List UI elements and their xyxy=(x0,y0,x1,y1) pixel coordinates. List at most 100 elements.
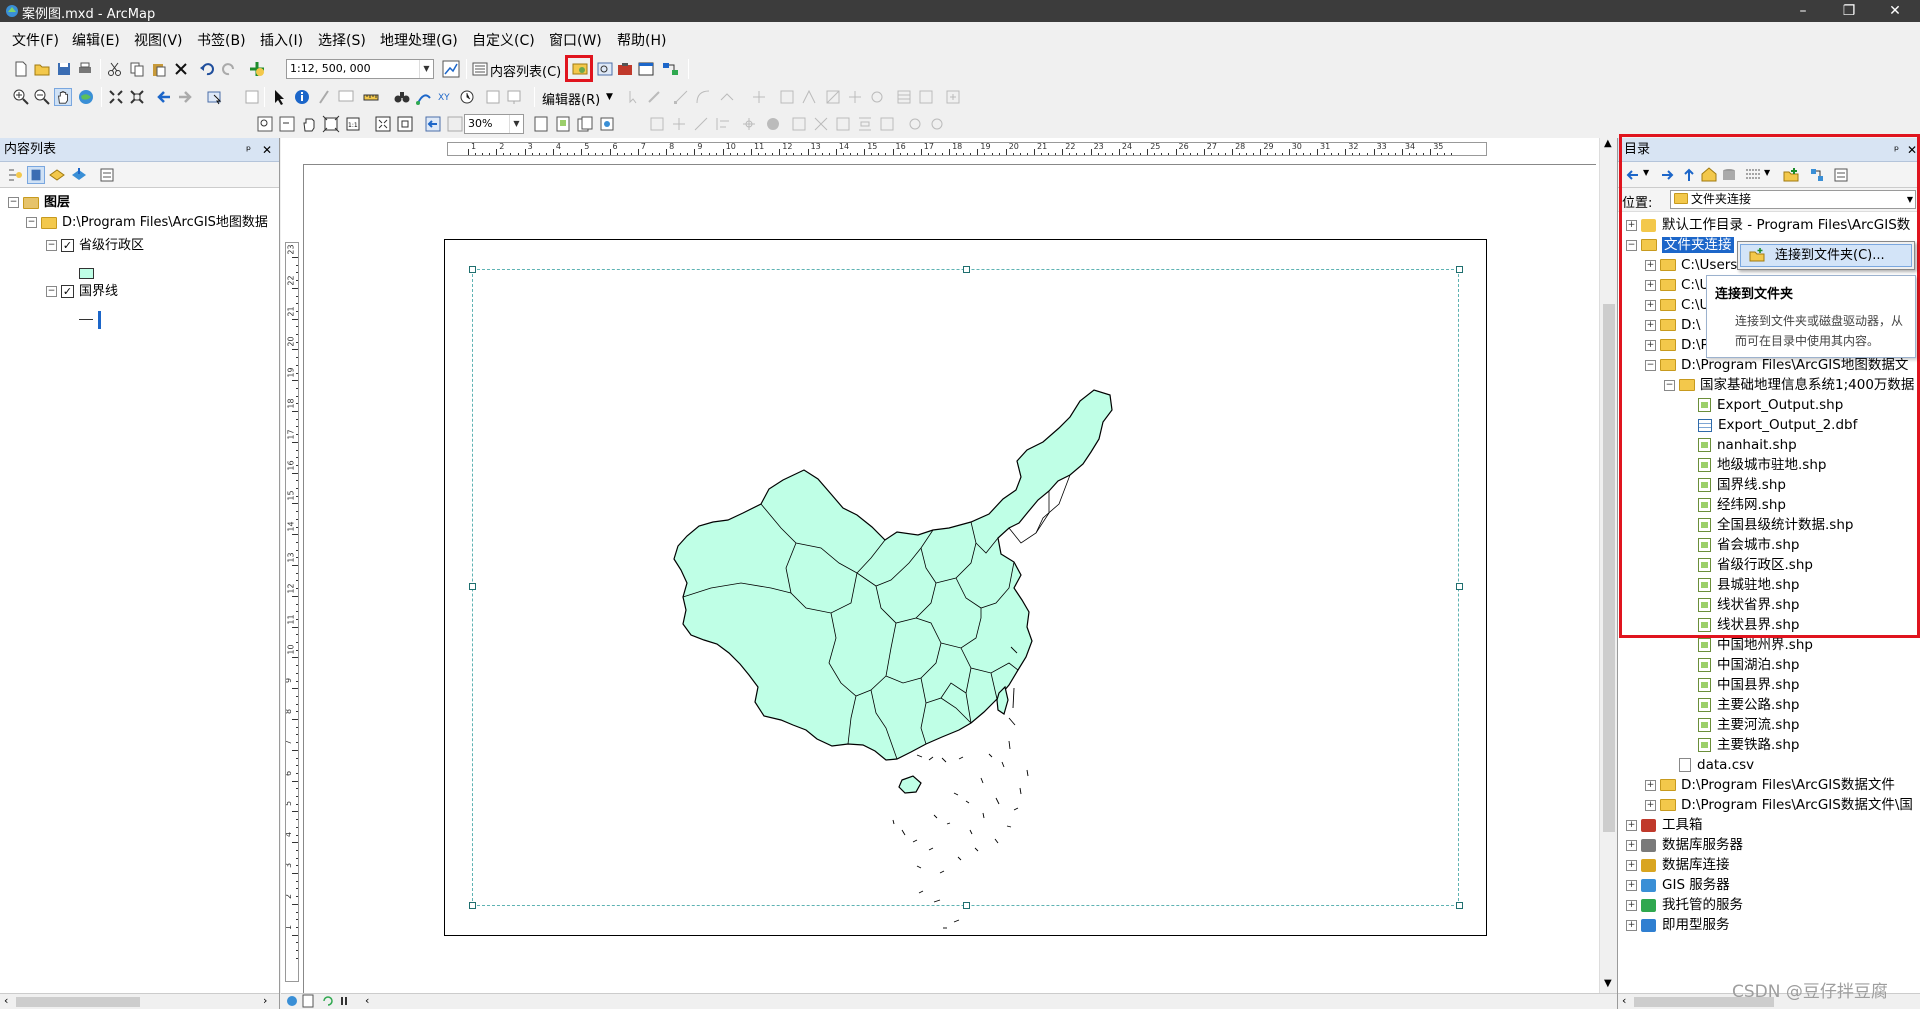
identify-icon[interactable] xyxy=(293,88,311,106)
print-icon[interactable] xyxy=(76,60,94,78)
catalog-tree-item[interactable]: + 我托管的服务 xyxy=(1626,894,1743,916)
editor-menu-label[interactable]: 编辑器(R) xyxy=(542,89,600,108)
time-slider-icon[interactable] xyxy=(458,88,476,106)
paste-icon[interactable] xyxy=(150,60,168,78)
selection-handle[interactable] xyxy=(1456,266,1463,273)
selection-handle[interactable] xyxy=(469,902,476,909)
selection-handle[interactable] xyxy=(963,266,970,273)
toggle-draft-mode-icon[interactable] xyxy=(532,115,550,133)
catalog-tree-item[interactable]: + D:\Program Files\ArcGIS数据文件 xyxy=(1645,774,1895,796)
forward-extent-icon[interactable] xyxy=(176,88,194,106)
menu-insert[interactable]: 插入(I) xyxy=(260,30,303,50)
toc-button-label[interactable]: 内容列表(C) xyxy=(490,61,561,80)
swipe-icon[interactable] xyxy=(505,88,523,106)
expand-icon[interactable]: + xyxy=(1626,819,1637,831)
clear-selection-icon[interactable] xyxy=(243,88,261,106)
list-by-visibility-icon[interactable] xyxy=(48,166,66,184)
chevron-up-icon[interactable]: ▲ xyxy=(1604,138,1612,149)
toc-layer-row[interactable]: − ✓ 国界线 xyxy=(46,281,118,303)
catalog-tree-item[interactable]: data.csv xyxy=(1664,754,1754,776)
catalog-tree-item[interactable]: + GIS 服务器 xyxy=(1626,874,1730,896)
toc-horizontal-scrollbar[interactable]: ‹ › xyxy=(0,993,279,1009)
undo-icon[interactable] xyxy=(198,60,216,78)
add-data-icon[interactable] xyxy=(248,60,266,78)
catalog-tree-item[interactable]: + 工具箱 xyxy=(1626,814,1703,836)
close-button[interactable]: ✕ xyxy=(1872,0,1918,22)
expand-icon[interactable]: + xyxy=(1645,779,1656,791)
scroll-thumb[interactable] xyxy=(1603,304,1615,832)
list-by-source-icon[interactable] xyxy=(27,166,45,184)
chevron-down-icon[interactable]: ▼ xyxy=(606,92,613,102)
layer-visibility-checkbox[interactable]: ✓ xyxy=(61,239,74,252)
cut-icon[interactable] xyxy=(106,60,124,78)
scroll-thumb[interactable] xyxy=(16,997,140,1007)
catalog-tree-item[interactable]: + 即用型服务 xyxy=(1626,914,1730,936)
catalog-tree-item[interactable]: 中国县界.shp xyxy=(1683,674,1799,696)
menu-customize[interactable]: 自定义(C) xyxy=(472,30,535,50)
hainan-island[interactable] xyxy=(898,775,922,794)
toc-layers-root[interactable]: − 图层 xyxy=(8,192,70,214)
map-scale-combo[interactable]: 1:12, 500, 000 ▼ xyxy=(286,59,434,79)
toc-data-frame[interactable]: − D:\Program Files\ArcGIS地图数据 xyxy=(26,212,268,234)
go-to-xy-icon[interactable]: XY xyxy=(437,88,455,106)
python-window-icon[interactable] xyxy=(637,60,655,78)
catalog-tree-item[interactable]: 主要铁路.shp xyxy=(1683,734,1799,756)
line-symbol-swatch[interactable] xyxy=(79,310,105,330)
chevron-left-icon[interactable]: ‹ xyxy=(4,994,8,1007)
layout-zoom-out-icon[interactable] xyxy=(278,115,296,133)
catalog-tree-item[interactable]: 主要公路.shp xyxy=(1683,694,1799,716)
table-of-contents-icon[interactable] xyxy=(471,60,489,78)
zoom-100-icon[interactable]: 1:1 xyxy=(344,115,362,133)
menu-windows[interactable]: 窗口(W) xyxy=(549,30,602,50)
fixed-zoom-out-icon[interactable] xyxy=(128,88,146,106)
data-view-icon[interactable] xyxy=(285,994,299,1008)
zoom-whole-page-icon[interactable] xyxy=(322,115,340,133)
connect-to-folder-menu-item[interactable]: 连接到文件夹(C)... xyxy=(1740,244,1912,267)
minimize-button[interactable]: – xyxy=(1780,0,1826,22)
open-folder-icon[interactable] xyxy=(33,60,51,78)
expand-icon[interactable]: + xyxy=(1626,879,1637,891)
collapse-icon[interactable]: − xyxy=(46,286,57,297)
redo-icon[interactable] xyxy=(220,60,238,78)
layer-visibility-checkbox[interactable]: ✓ xyxy=(61,285,74,298)
go-forward-extent-icon[interactable] xyxy=(446,115,464,133)
list-by-drawing-order-icon[interactable] xyxy=(6,166,24,184)
go-back-extent-icon[interactable] xyxy=(424,115,442,133)
copy-icon[interactable] xyxy=(128,60,146,78)
editor-toolbar-icon[interactable] xyxy=(442,60,460,78)
menu-selection[interactable]: 选择(S) xyxy=(318,30,366,50)
fixed-zoom-out-layout-icon[interactable] xyxy=(396,115,414,133)
polygon-symbol-swatch[interactable] xyxy=(79,268,94,279)
pause-icon[interactable] xyxy=(337,994,351,1008)
back-extent-icon[interactable] xyxy=(155,88,173,106)
delete-icon[interactable] xyxy=(172,60,190,78)
menu-edit[interactable]: 编辑(E) xyxy=(72,30,120,50)
china-provinces-polygon[interactable] xyxy=(673,389,1113,761)
focus-data-frame-icon[interactable] xyxy=(554,115,572,133)
close-icon[interactable]: ✕ xyxy=(262,138,272,162)
expand-icon[interactable]: + xyxy=(1645,799,1656,811)
selection-handle[interactable] xyxy=(1456,902,1463,909)
catalog-tree-item[interactable]: 主要河流.shp xyxy=(1683,714,1799,736)
chevron-right-icon[interactable]: › xyxy=(263,994,267,1007)
measure-icon[interactable] xyxy=(362,88,380,106)
select-elements-icon[interactable] xyxy=(270,88,288,106)
selection-handle[interactable] xyxy=(1456,583,1463,590)
find-icon[interactable] xyxy=(393,88,411,106)
expand-icon[interactable]: + xyxy=(1626,899,1637,911)
search-window-icon[interactable] xyxy=(596,60,614,78)
hyperlink-icon[interactable] xyxy=(315,88,333,106)
menu-file[interactable]: 文件(F) xyxy=(12,30,59,50)
collapse-icon[interactable]: − xyxy=(26,217,37,228)
options-icon[interactable] xyxy=(98,166,116,184)
selection-handle[interactable] xyxy=(469,266,476,273)
collapse-icon[interactable]: − xyxy=(46,240,57,251)
menu-view[interactable]: 视图(V) xyxy=(134,30,183,50)
find-route-icon[interactable] xyxy=(415,88,433,106)
expand-icon[interactable]: + xyxy=(1626,859,1637,871)
select-features-icon[interactable] xyxy=(206,88,224,106)
list-by-selection-icon[interactable] xyxy=(70,166,88,184)
layout-vertical-scrollbar[interactable]: ▲ ▼ xyxy=(1599,138,1617,993)
zoom-out-icon[interactable] xyxy=(33,88,51,106)
layout-view[interactable]: 1 2 3 4 5 6 7 8 9 10 11 12 13 14 15 16 17 18 19 20 21 22 23 24 2… xyxy=(281,138,1617,1009)
